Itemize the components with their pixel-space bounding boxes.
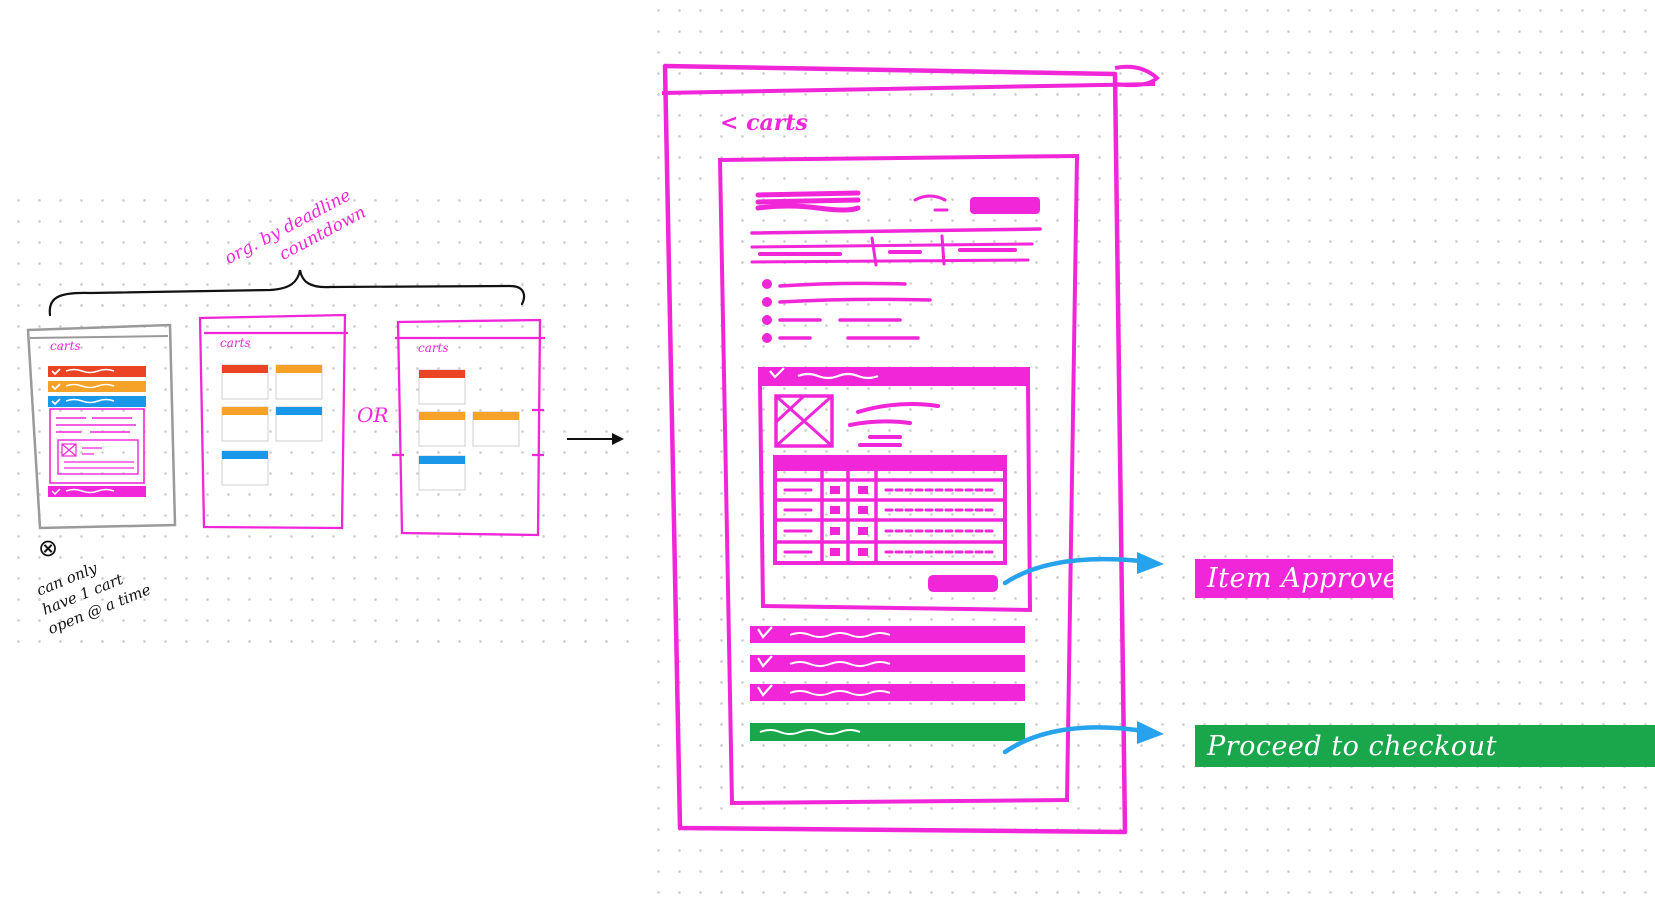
tile-blue-2: [222, 451, 268, 459]
transition-arrow: [567, 433, 624, 445]
proceed-to-checkout-label: Proceed to checkout: [1207, 730, 1497, 762]
tile-blue: [276, 407, 322, 415]
item-approved-label: Item Approved: [1207, 563, 1417, 594]
expanded-item-section: [757, 367, 1033, 613]
item-approved-callout: Item Approved: [1195, 559, 1416, 598]
tile-orange-3: [419, 412, 465, 420]
grouping-brace: [48, 269, 526, 317]
approve-button-sketch: [928, 575, 998, 592]
phone-sketch-1: carts: [26, 323, 177, 530]
tile-orange-4: [473, 412, 519, 420]
phone-sketch-3: carts: [392, 318, 545, 537]
phone-2-title: carts: [220, 336, 251, 350]
collapsed-items: [750, 626, 1025, 701]
note-symbol: ⊗: [38, 534, 58, 562]
tile-blue-3: [419, 456, 465, 464]
phone-sketch-2: carts: [198, 313, 348, 530]
proceed-to-checkout-callout: Proceed to checkout: [1195, 725, 1655, 767]
phone-1-title: carts: [50, 339, 81, 353]
back-to-carts: < carts: [720, 110, 808, 136]
cart-header-scribbles: [750, 190, 1042, 343]
phone-3-title: carts: [418, 341, 449, 355]
tile-red: [222, 365, 268, 373]
item-table: [773, 455, 1007, 565]
tile-orange: [276, 365, 322, 373]
arrow-to-checkout: [1002, 721, 1164, 755]
tile-orange-2: [222, 407, 268, 415]
constraint-note: ⊗ can only have 1 cart open @ a time: [34, 534, 154, 638]
checkout-bar-sketch: [750, 723, 1025, 741]
tile-red-3: [419, 370, 465, 378]
detail-phone-sketch: < carts: [661, 63, 1160, 835]
or-label: OR: [357, 403, 388, 427]
wireframe-sketch: org. by deadline countdown carts carts O…: [26, 63, 1164, 835]
